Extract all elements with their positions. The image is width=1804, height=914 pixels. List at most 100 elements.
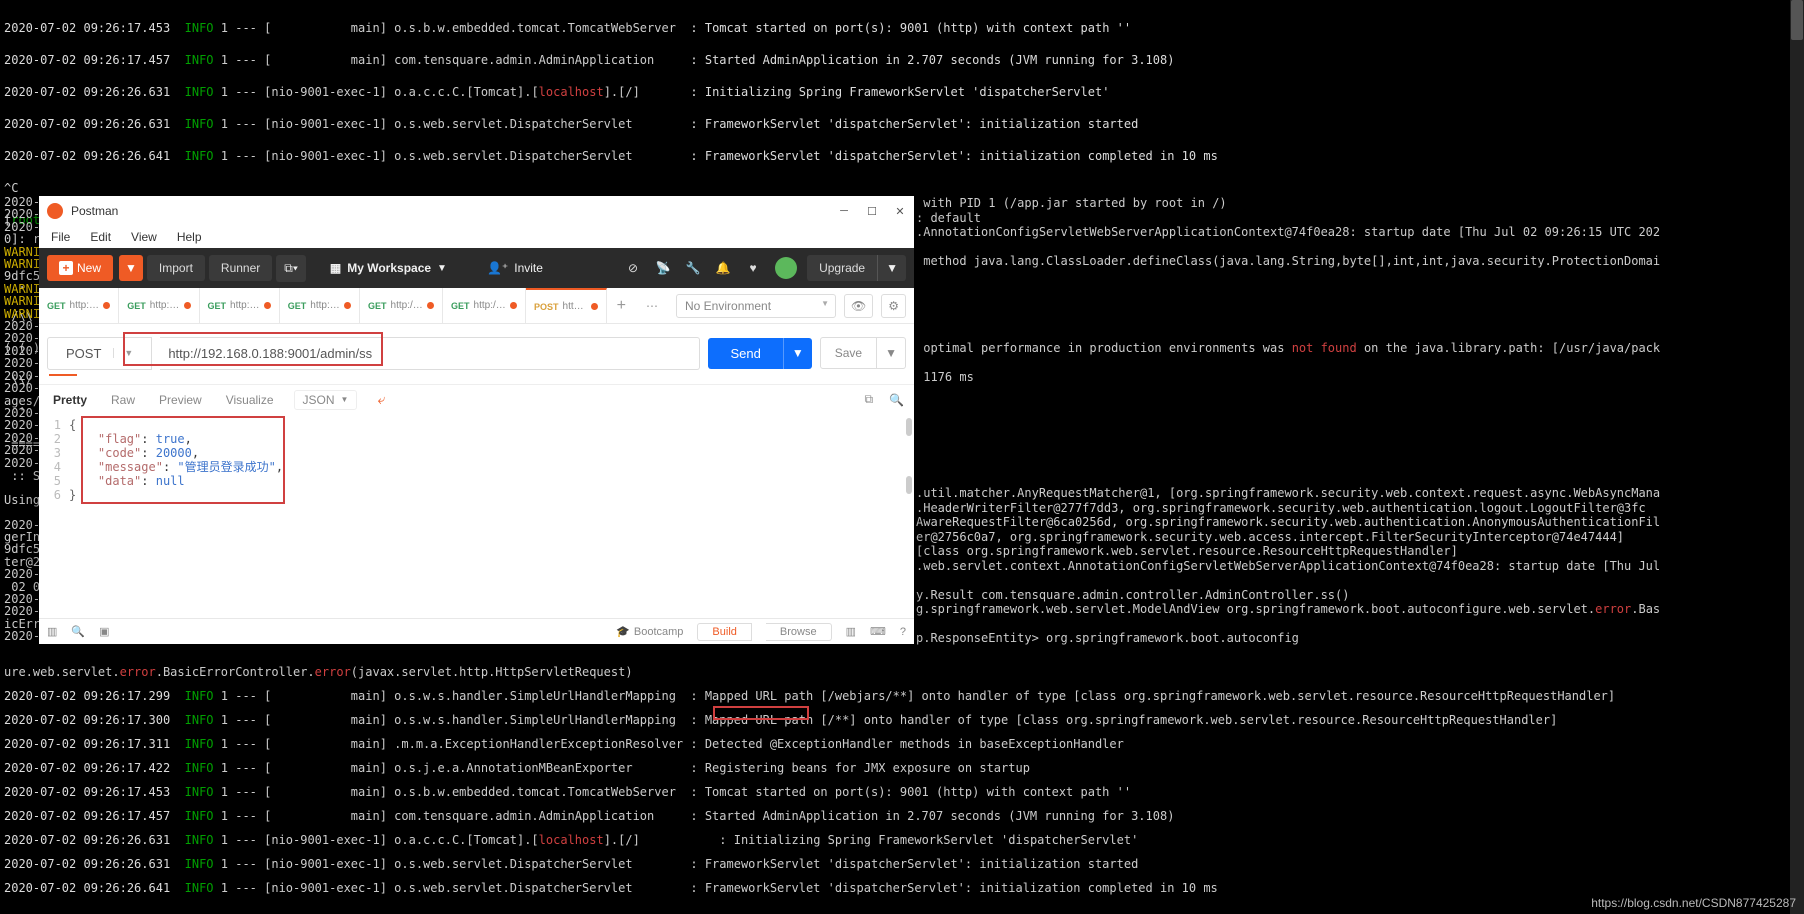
- avatar[interactable]: [775, 257, 797, 279]
- build-button[interactable]: Build: [697, 623, 751, 641]
- new-dropdown[interactable]: ▼: [119, 255, 143, 281]
- tab-label: http:/...: [70, 300, 100, 311]
- json-code: 1{ 2 "flag": true, 3 "code": 20000, 4 "m…: [39, 414, 914, 506]
- runner-button[interactable]: Runner: [209, 255, 272, 281]
- request-tab[interactable]: GEThttp://...: [443, 288, 526, 323]
- env-quicklook-icon[interactable]: 👁: [844, 294, 873, 318]
- unsaved-dot-icon: [344, 302, 351, 309]
- tabs-row: GEThttp:/...GEThttp:/...GEThttp:/...GETh…: [39, 288, 914, 324]
- request-tab[interactable]: GEThttp:/...: [280, 288, 360, 323]
- find-icon[interactable]: 🔍: [71, 625, 85, 638]
- menu-file[interactable]: File: [43, 228, 78, 246]
- watermark: https://blog.csdn.net/CSDN877425287: [1591, 896, 1796, 910]
- postman-window: Postman ─ ☐ ✕ File Edit View Help +New ▼…: [39, 196, 914, 644]
- send-button[interactable]: Send: [708, 338, 782, 369]
- send-dropdown[interactable]: ▼: [783, 338, 812, 369]
- method-label: GET: [451, 301, 470, 311]
- scrollbar-thumb[interactable]: [906, 476, 912, 494]
- save-dropdown[interactable]: ▼: [877, 337, 906, 369]
- workspace-selector[interactable]: ▦My Workspace▼: [330, 261, 447, 275]
- method-label: GET: [368, 301, 387, 311]
- bootcamp-button[interactable]: 🎓Bootcamp: [616, 625, 683, 638]
- sidebar-toggle-icon[interactable]: ▥: [47, 625, 57, 638]
- browse-button[interactable]: Browse: [766, 623, 832, 641]
- import-button[interactable]: Import: [147, 255, 205, 281]
- url-input[interactable]: [160, 337, 700, 370]
- tab-overflow[interactable]: ⋯: [636, 288, 668, 323]
- new-tab-button[interactable]: +: [607, 288, 636, 323]
- user-plus-icon: 👤⁺: [487, 261, 508, 275]
- menu-view[interactable]: View: [123, 228, 165, 246]
- unsaved-dot-icon: [103, 302, 110, 309]
- terminal-bottom: ure.web.servlet.error.BasicErrorControll…: [4, 654, 1615, 906]
- close-button[interactable]: ✕: [894, 205, 906, 217]
- resp-tab-pretty[interactable]: Pretty: [49, 391, 91, 409]
- new-button[interactable]: +New: [47, 255, 113, 281]
- method-label: GET: [208, 301, 227, 311]
- window-title: Postman: [71, 204, 838, 218]
- env-settings-icon[interactable]: ⚙: [881, 294, 906, 318]
- upgrade-dropdown[interactable]: ▼: [877, 255, 906, 281]
- maximize-button[interactable]: ☐: [866, 205, 878, 217]
- highlight-box-port: [713, 706, 809, 720]
- active-subtab-indicator: [49, 374, 77, 376]
- invite-button[interactable]: 👤⁺Invite: [487, 261, 543, 275]
- sync-off-icon[interactable]: ⊘: [625, 260, 641, 276]
- help-icon[interactable]: ?: [900, 626, 906, 638]
- scrollbar-thumb[interactable]: [1791, 0, 1803, 40]
- console-icon[interactable]: ▣: [99, 625, 109, 638]
- save-button[interactable]: Save: [820, 337, 877, 369]
- format-selector[interactable]: JSON▼: [294, 390, 358, 410]
- request-tab[interactable]: GEThttp:/...: [200, 288, 280, 323]
- keyboard-shortcuts-icon[interactable]: ⌨: [870, 625, 886, 638]
- method-selector[interactable]: POST▼: [47, 337, 152, 370]
- tab-label: http:/...: [310, 300, 340, 311]
- copy-icon[interactable]: ⧉: [864, 392, 873, 407]
- menu-help[interactable]: Help: [169, 228, 210, 246]
- unsaved-dot-icon: [184, 302, 191, 309]
- method-label: POST: [534, 302, 559, 312]
- toolbar: +New ▼ Import Runner ⧉▾ ▦My Workspace▼ 👤…: [39, 248, 914, 288]
- request-tab[interactable]: GET http:/...: [119, 288, 199, 323]
- unsaved-dot-icon: [264, 302, 271, 309]
- grid-icon: ▦: [330, 261, 341, 275]
- environment-selector[interactable]: No Environment: [676, 294, 836, 318]
- titlebar[interactable]: Postman ─ ☐ ✕: [39, 196, 914, 226]
- method-label: GET: [47, 301, 66, 311]
- tab-label: http:/...: [230, 300, 260, 311]
- menu-edit[interactable]: Edit: [82, 228, 119, 246]
- satellite-icon[interactable]: 📡: [655, 260, 671, 276]
- log-level: INFO: [185, 21, 214, 35]
- method-label: GET: [127, 301, 146, 311]
- heart-icon[interactable]: ♥: [745, 260, 761, 276]
- upgrade-button[interactable]: Upgrade: [807, 255, 877, 281]
- terminal-right-strip: with PID 1 (/app.jar started by root in …: [916, 196, 1660, 646]
- scrollbar-thumb[interactable]: [906, 418, 912, 436]
- search-icon[interactable]: 🔍: [889, 393, 904, 407]
- graduation-cap-icon: 🎓: [616, 625, 630, 638]
- resp-tab-preview[interactable]: Preview: [155, 391, 206, 409]
- postman-logo-icon: [47, 203, 63, 219]
- method-label: GET: [288, 301, 307, 311]
- terminal-scrollbar[interactable]: [1790, 0, 1804, 914]
- request-row: POST▼ Send ▼ Save ▼: [39, 332, 914, 374]
- two-pane-icon[interactable]: ▥: [846, 625, 856, 638]
- plus-icon: +: [59, 261, 73, 275]
- open-new-icon[interactable]: ⧉▾: [276, 255, 306, 282]
- request-tab[interactable]: GEThttp://...: [360, 288, 443, 323]
- bell-icon[interactable]: 🔔: [715, 260, 731, 276]
- request-tab[interactable]: POSThttp...: [526, 288, 607, 323]
- tab-label: http:/...: [150, 300, 180, 311]
- chevron-down-icon: ▼: [341, 395, 349, 404]
- minimize-button[interactable]: ─: [838, 205, 850, 217]
- resp-tab-raw[interactable]: Raw: [107, 391, 139, 409]
- menubar: File Edit View Help: [39, 226, 914, 248]
- wrap-lines-icon[interactable]: ⤶: [377, 391, 385, 408]
- ctrl-c: ^C: [4, 180, 1800, 196]
- statusbar: ▥ 🔍 ▣ 🎓Bootcamp Build Browse ▥ ⌨ ?: [39, 618, 914, 644]
- wrench-icon[interactable]: 🔧: [685, 260, 701, 276]
- log-ts: 2020-07-02 09:26:17.453: [4, 21, 170, 35]
- response-body[interactable]: 1{ 2 "flag": true, 3 "code": 20000, 4 "m…: [39, 414, 914, 618]
- resp-tab-visualize[interactable]: Visualize: [222, 391, 278, 409]
- request-tab[interactable]: GET http:/...: [39, 288, 119, 323]
